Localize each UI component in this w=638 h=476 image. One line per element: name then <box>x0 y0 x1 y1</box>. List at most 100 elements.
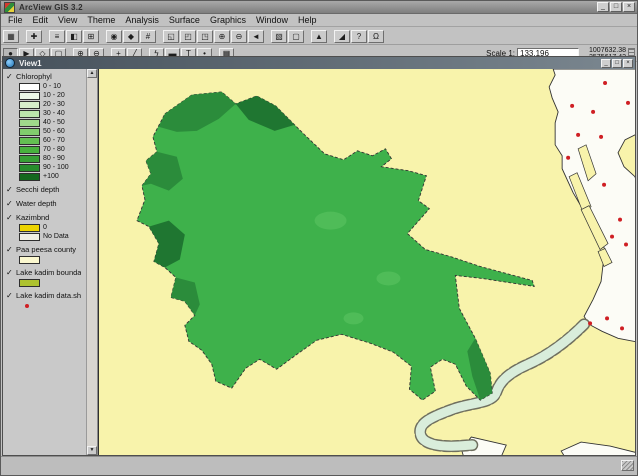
what-is-this-button[interactable]: ? <box>351 30 367 43</box>
maximize-button[interactable]: □ <box>610 2 622 12</box>
theme-checkbox[interactable]: ✓ <box>6 245 16 254</box>
legend-swatch <box>19 256 40 264</box>
clear-selection-button[interactable]: ▢ <box>288 30 304 43</box>
help-button[interactable]: Ω <box>368 30 384 43</box>
legend-class-row: 70 - 80 <box>19 146 85 153</box>
locate-address-button[interactable]: ◆ <box>123 30 139 43</box>
theme-label[interactable]: Chlorophyl <box>16 72 52 81</box>
toc-theme-6: ✓Lake kadim data.sh <box>6 291 85 309</box>
menu-file[interactable]: File <box>3 15 28 26</box>
scroll-up-icon[interactable]: ▲ <box>87 69 97 78</box>
title-bar: ArcView GIS 3.2 _□× <box>1 1 637 14</box>
view-title: View1 <box>19 59 42 68</box>
zoom-previous-button[interactable]: ◄ <box>248 30 264 43</box>
sample-point <box>570 104 574 108</box>
slope-button[interactable]: ◢ <box>334 30 350 43</box>
sample-point <box>566 156 570 160</box>
legend-class-row: 40 - 50 <box>19 119 85 126</box>
resize-grip-icon[interactable] <box>621 460 634 471</box>
view-content: ✓Chlorophyl0 - 1010 - 2020 - 3030 - 4040… <box>3 69 635 455</box>
sample-point <box>624 243 628 247</box>
theme-checkbox[interactable]: ✓ <box>6 213 16 222</box>
save-project-button[interactable]: ▦ <box>3 30 19 43</box>
legend-class-row <box>19 302 85 309</box>
toc-theme-2: ✓Water depth <box>6 199 85 208</box>
theme-label[interactable]: Lake kadim bounda <box>16 268 81 277</box>
legend-class-label: 70 - 80 <box>43 146 65 153</box>
view-document-window: View1 _□× ✓Chlorophyl0 - 1010 - 2020 - 3… <box>2 56 636 456</box>
theme-head: ✓Paa peesa county <box>6 245 85 254</box>
zoom-in-button[interactable]: ⊕ <box>214 30 230 43</box>
theme-properties-button[interactable]: ≡ <box>49 30 65 43</box>
menu-window[interactable]: Window <box>251 15 293 26</box>
legend-class-label: No Data <box>43 233 69 240</box>
legend-swatch <box>19 279 40 287</box>
legend-swatch <box>19 83 40 91</box>
window-controls: _□× <box>597 2 635 12</box>
view-maximize-button[interactable]: □ <box>612 59 622 68</box>
theme-checkbox[interactable]: ✓ <box>6 199 16 208</box>
view-close-button[interactable]: × <box>623 59 633 68</box>
minimize-button[interactable]: _ <box>597 2 609 12</box>
map-canvas[interactable] <box>99 69 635 455</box>
toc-scrollbar[interactable]: ▲ ▼ <box>86 69 97 455</box>
toc-theme-1: ✓Secchi depth <box>6 185 85 194</box>
theme-head: ✓Chlorophyl <box>6 72 85 81</box>
legend-swatch <box>19 110 40 118</box>
menu-view[interactable]: View <box>53 15 82 26</box>
close-button[interactable]: × <box>623 2 635 12</box>
theme-head: ✓Lake kadim bounda <box>6 268 85 277</box>
add-theme-button[interactable]: ✚ <box>26 30 42 43</box>
legend-swatch <box>19 173 40 181</box>
legend-class-row: 30 - 40 <box>19 110 85 117</box>
menu-edit[interactable]: Edit <box>28 15 54 26</box>
legend-class-row: No Data <box>19 233 85 240</box>
legend-class-row: +100 <box>19 173 85 180</box>
theme-checkbox[interactable]: ✓ <box>6 72 16 81</box>
application-window: ArcView GIS 3.2 _□× FileEditViewThemeAna… <box>0 0 638 476</box>
legend-class-row: 0 - 10 <box>19 83 85 90</box>
theme-checkbox[interactable]: ✓ <box>6 185 16 194</box>
theme-label[interactable]: Water depth <box>16 199 57 208</box>
query-builder-button[interactable]: # <box>140 30 156 43</box>
legend-class-label: 40 - 50 <box>43 119 65 126</box>
zoom-active-theme-button[interactable]: ◰ <box>180 30 196 43</box>
toc-theme-5: ✓Lake kadim bounda <box>6 268 85 286</box>
histogram-button[interactable]: ▲ <box>311 30 327 43</box>
zoom-out-button[interactable]: ⊖ <box>231 30 247 43</box>
select-features-button[interactable]: ▧ <box>271 30 287 43</box>
theme-label[interactable]: Kazimbnd <box>16 213 49 222</box>
legend-swatch <box>19 92 40 100</box>
menu-theme[interactable]: Theme <box>82 15 120 26</box>
toc-theme-3: ✓Kazimbnd0No Data <box>6 213 85 240</box>
view-globe-icon <box>5 58 15 68</box>
sample-point <box>591 110 595 114</box>
scroll-down-icon[interactable]: ▼ <box>87 446 97 455</box>
menu-graphics[interactable]: Graphics <box>205 15 251 26</box>
zoom-selected-button[interactable]: ◳ <box>197 30 213 43</box>
sample-point <box>588 321 592 325</box>
find-button[interactable]: ◉ <box>106 30 122 43</box>
view-title-bar[interactable]: View1 _□× <box>3 57 635 69</box>
theme-label[interactable]: Lake kadim data.sh <box>16 291 81 300</box>
legend-swatch <box>19 101 40 109</box>
sample-point <box>605 316 609 320</box>
sample-point <box>626 101 630 105</box>
legend-swatch <box>19 128 40 136</box>
legend-class-row: 20 - 30 <box>19 101 85 108</box>
theme-checkbox[interactable]: ✓ <box>6 291 16 300</box>
menu-surface[interactable]: Surface <box>164 15 205 26</box>
legend-class-label: 10 - 20 <box>43 92 65 99</box>
theme-checkbox[interactable]: ✓ <box>6 268 16 277</box>
view-minimize-button[interactable]: _ <box>601 59 611 68</box>
legend-class-row: 60 - 70 <box>19 137 85 144</box>
legend-swatch <box>19 119 40 127</box>
menu-help[interactable]: Help <box>293 15 322 26</box>
edit-legend-button[interactable]: ◧ <box>66 30 82 43</box>
open-theme-table-button[interactable]: ⊞ <box>83 30 99 43</box>
theme-label[interactable]: Secchi depth <box>16 185 59 194</box>
theme-label[interactable]: Paa peesa county <box>16 245 76 254</box>
menu-analysis[interactable]: Analysis <box>120 15 164 26</box>
zoom-full-extent-button[interactable]: ◱ <box>163 30 179 43</box>
legend-class-label: 50 - 60 <box>43 128 65 135</box>
